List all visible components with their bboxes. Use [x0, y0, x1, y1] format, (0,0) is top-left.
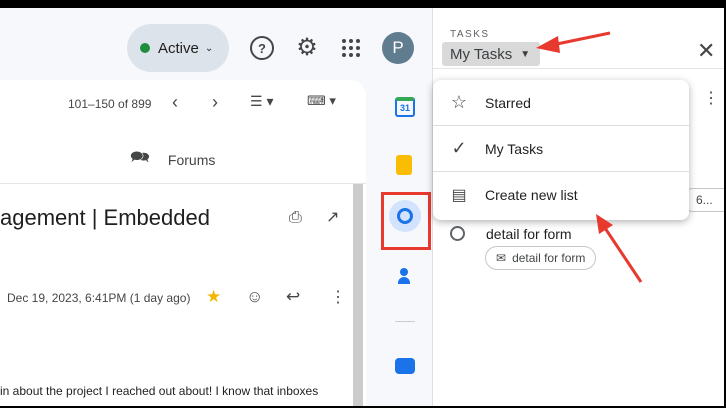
arrow-to-list-selector — [536, 31, 611, 53]
arrow-to-create-new-list — [596, 214, 643, 283]
annotation-arrows — [536, 31, 643, 283]
